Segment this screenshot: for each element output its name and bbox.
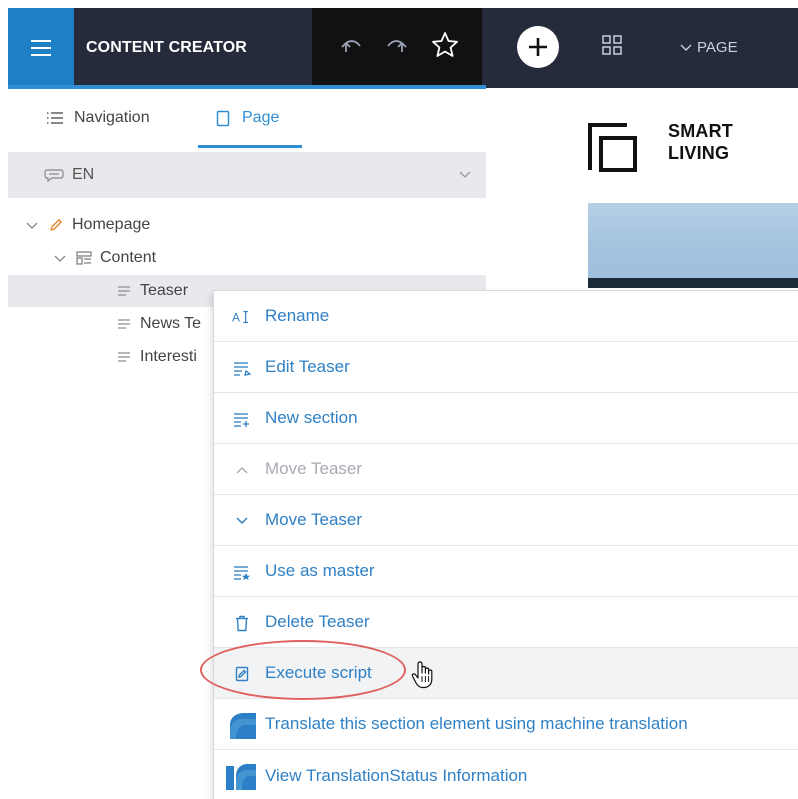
chevron-up-icon bbox=[232, 460, 252, 480]
menu-item-move-down[interactable]: Move Teaser bbox=[214, 495, 798, 546]
grid-icon bbox=[602, 35, 622, 55]
chevron-down-icon bbox=[232, 511, 252, 531]
favorite-button[interactable] bbox=[430, 30, 458, 58]
tree-item-homepage[interactable]: Homepage bbox=[8, 209, 486, 241]
menu-item-label: Use as master bbox=[265, 561, 375, 580]
menu-item-move-up: Move Teaser bbox=[214, 444, 798, 495]
menu-button[interactable] bbox=[8, 8, 74, 88]
redo-icon bbox=[387, 40, 407, 52]
lines-icon bbox=[118, 319, 130, 329]
translation-status-icon bbox=[226, 762, 256, 790]
list-icon bbox=[47, 112, 63, 124]
master-icon bbox=[232, 562, 252, 582]
tree-item-content[interactable]: Content bbox=[8, 242, 486, 274]
new-section-icon bbox=[232, 409, 252, 429]
star-icon bbox=[432, 32, 458, 57]
menu-item-label: Delete Teaser bbox=[265, 612, 370, 631]
tree-item-label: Homepage bbox=[72, 216, 151, 233]
tab-page-label: Page bbox=[242, 109, 280, 126]
add-button[interactable] bbox=[517, 26, 559, 68]
page-dropdown[interactable]: PAGE bbox=[680, 8, 738, 88]
tab-navigation-label: Navigation bbox=[74, 109, 150, 126]
redo-button[interactable] bbox=[382, 32, 410, 60]
translate-icon bbox=[226, 711, 256, 739]
context-menu: A Rename Edit Teaser New section Move Te… bbox=[213, 290, 798, 799]
menu-item-label: Rename bbox=[265, 306, 330, 325]
trash-icon bbox=[232, 613, 252, 633]
undo-button[interactable] bbox=[338, 32, 366, 60]
active-tab-indicator bbox=[198, 145, 302, 148]
page-icon bbox=[216, 110, 230, 126]
menu-icon bbox=[31, 40, 51, 56]
logo-mark bbox=[588, 123, 637, 172]
menu-item-new-section[interactable]: New section bbox=[214, 393, 798, 444]
page-dropdown-label: PAGE bbox=[697, 39, 738, 56]
menu-item-machine-translation[interactable]: Translate this section element using mac… bbox=[214, 699, 798, 750]
menu-item-label: View TranslationStatus Information bbox=[265, 765, 528, 785]
hero-image bbox=[588, 203, 798, 283]
menu-item-label: New section bbox=[265, 408, 358, 427]
language-icon bbox=[44, 169, 64, 183]
hero-image-edge bbox=[588, 278, 798, 288]
logo-line-2: LIVING bbox=[668, 143, 730, 163]
chevron-down-icon bbox=[26, 222, 38, 229]
svg-text:A: A bbox=[232, 311, 240, 325]
lines-icon bbox=[118, 352, 130, 362]
tree-item-label: Content bbox=[100, 249, 157, 266]
chevron-down-icon bbox=[54, 255, 66, 262]
tab-page[interactable]: Page bbox=[216, 109, 279, 127]
language-label: EN bbox=[72, 166, 95, 183]
app-title: CONTENT CREATOR bbox=[86, 39, 247, 56]
chevron-down-icon bbox=[459, 171, 471, 178]
chevron-down-icon bbox=[680, 44, 692, 51]
logo-line-1: SMART bbox=[668, 121, 733, 141]
tree-item-label: News Te bbox=[140, 315, 202, 332]
add-icon bbox=[529, 38, 547, 56]
menu-item-label: Edit Teaser bbox=[265, 357, 350, 376]
menu-item-translation-status[interactable]: View TranslationStatus Information bbox=[214, 750, 798, 799]
undo-icon bbox=[341, 40, 361, 52]
lines-icon bbox=[118, 286, 130, 296]
menu-item-label: Translate this section element using mac… bbox=[265, 714, 688, 733]
language-selector[interactable]: EN bbox=[8, 152, 486, 198]
rename-icon: A bbox=[232, 307, 252, 327]
edit-section-icon bbox=[232, 358, 252, 378]
pencil-icon bbox=[50, 219, 62, 231]
grid-button[interactable] bbox=[600, 33, 628, 61]
hand-cursor-icon bbox=[411, 661, 433, 689]
menu-item-use-as-master[interactable]: Use as master bbox=[214, 546, 798, 597]
logo-text: SMART LIVING bbox=[668, 120, 733, 164]
menu-item-rename[interactable]: A Rename bbox=[214, 291, 798, 342]
menu-item-edit-teaser[interactable]: Edit Teaser bbox=[214, 342, 798, 393]
tree-item-label: Interesti bbox=[140, 348, 197, 365]
tab-navigation[interactable]: Navigation bbox=[46, 109, 150, 127]
tree-item-label: Teaser bbox=[140, 282, 189, 299]
menu-item-label: Move Teaser bbox=[265, 510, 363, 529]
menu-item-label: Move Teaser bbox=[265, 459, 363, 478]
layout-icon bbox=[76, 251, 92, 265]
highlight-annotation bbox=[200, 640, 406, 700]
